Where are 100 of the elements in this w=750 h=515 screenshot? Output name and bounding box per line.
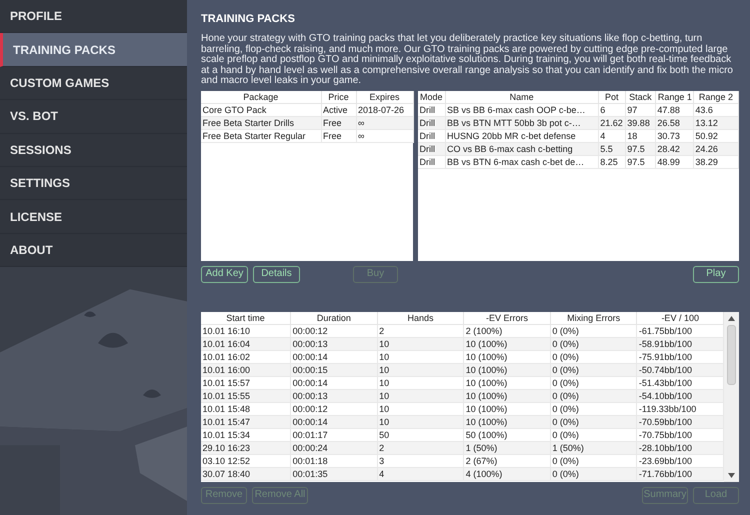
sidebar-item[interactable]: LICENSE [0,200,187,234]
drill-cell: 38.29 [693,155,738,168]
session-cell: 10.01 16:00 [201,363,291,376]
drill-cell: 97 [625,103,656,116]
column-header[interactable]: Pot [598,90,626,104]
column-header[interactable]: Expires [356,90,413,104]
drill-cell: 4 [598,129,626,142]
session-cell: 10 [377,363,464,376]
session-cell: -61.75bb/100 [636,324,724,338]
column-header[interactable]: Mode [418,90,446,104]
action-button[interactable]: Details [253,266,300,283]
drill-cell: 18 [625,129,656,142]
column-header[interactable]: Mixing Errors [550,312,637,324]
package-cell: ∞ [356,129,413,142]
drill-cell: 13.12 [693,116,738,130]
drill-cell: Drill [418,142,446,156]
session-cell: 10 [377,376,464,390]
sidebar-item[interactable]: SESSIONS [0,134,187,167]
session-cell: 00:00:15 [290,363,378,376]
drill-cell: 97.5 [625,155,656,168]
session-cell: 00:01:18 [290,454,378,468]
drill-cell: Drill [418,129,446,142]
package-cell: ∞ [356,116,413,130]
package-cell: Active [321,103,356,116]
page-title: TRAINING PACKS [201,12,296,26]
session-cell: -58.91bb/100 [636,337,724,350]
session-cell: 10 [377,350,464,364]
drill-cell: 43.6 [693,103,738,116]
action-button[interactable]: Play [693,266,739,283]
drill-cell: 50.92 [693,129,738,142]
session-cell: 0 (0%) [550,428,637,442]
column-header[interactable]: Name [445,90,598,104]
column-header[interactable]: Price [321,90,356,104]
session-cell: 0 (0%) [550,363,637,376]
column-header[interactable]: Range 2 [693,90,738,104]
sidebar-item[interactable]: CUSTOM GAMES [0,66,187,100]
session-cell: 30.07 18:40 [201,467,291,480]
session-cell: 10.01 15:34 [201,428,291,442]
sidebar-item[interactable]: SETTINGS [0,166,187,200]
package-cell: 2018-07-26 [356,103,413,116]
session-cell: 0 (0%) [550,402,637,416]
session-cell: 50 (100%) [464,428,550,442]
column-header[interactable]: Package [201,90,321,104]
session-cell: 10 [377,402,464,416]
session-cell: 0 (0%) [550,454,637,468]
session-cell: 10.01 16:02 [201,350,291,364]
column-header[interactable]: -EV / 100 [636,312,724,324]
drill-cell: 6 [598,103,626,116]
drill-cell: 28.42 [655,142,694,156]
column-header[interactable]: Range 1 [655,90,694,104]
session-cell: 00:00:12 [290,402,378,416]
scrollbar[interactable] [724,312,739,482]
drill-cell: 48.99 [655,155,694,168]
scroll-down-icon[interactable] [728,472,735,478]
session-cell: 10.01 16:10 [201,324,291,338]
session-cell: -54.10bb/100 [636,389,724,402]
action-button[interactable]: Add Key [201,266,248,283]
session-cell: 10 (100%) [464,350,550,364]
session-cell: 10 [377,415,464,428]
session-cell: 00:00:14 [290,350,378,364]
description: Hone your strategy with GTO training packs that let you deliberately practice key situations like flop c-betting, turn barreling, flop-check raising, and much more. Our GTO training packs are powered by cutting edge pre-computed large scale preflop and postflop GTO and minimally exploitative solutions. During training, you will get both real-time feedback at a hand by hand level as well as a comprehensive overall range analysis so that you can identify and fix both the micro and macro level leaks in your game. [201,34,734,87]
session-cell: 2 [377,324,464,338]
drill-cell: 8.25 [598,155,626,168]
session-cell: 10 [377,389,464,402]
session-cell: 00:00:24 [290,441,378,454]
drill-cell: Drill [418,116,446,130]
session-cell: -70.59bb/100 [636,415,724,428]
column-header[interactable]: -EV Errors [464,312,550,324]
session-cell: 10.01 15:55 [201,389,291,402]
column-header[interactable]: Hands [377,312,464,324]
drill-cell: BB vs BTN 6-max cash c-bet de… [445,155,598,168]
session-cell: 0 (0%) [550,350,637,364]
drill-cell: 30.73 [655,129,694,142]
session-cell: -23.69bb/100 [636,454,724,468]
session-cell: 4 [377,467,464,480]
drill-cell: CO vs BB 6-max cash c-betting [445,142,598,156]
session-cell: 50 [377,428,464,442]
column-header[interactable]: Start time [201,312,291,324]
sidebar-item[interactable]: ABOUT [0,234,187,268]
session-cell: -71.76bb/100 [636,467,724,480]
sidebar-item[interactable]: VS. BOT [0,100,187,134]
drill-cell: BB vs BTN MTT 50bb 3b pot c-… [445,116,598,130]
scroll-thumb[interactable] [727,324,736,385]
drill-cell: 97.5 [625,142,656,156]
drill-cell: Drill [418,103,446,116]
column-header[interactable]: Duration [290,312,378,324]
session-cell: -70.75bb/100 [636,428,724,442]
session-cell: 2 (67%) [464,454,550,468]
session-cell: 10 (100%) [464,415,550,428]
sidebar-item[interactable]: TRAINING PACKS [0,33,187,67]
session-cell: 00:00:13 [290,337,378,350]
scroll-up-icon[interactable] [728,316,735,321]
session-cell: 10 (100%) [464,389,550,402]
column-header[interactable]: Stack [625,90,656,104]
session-cell: -51.43bb/100 [636,376,724,390]
session-cell: 10 (100%) [464,363,550,376]
session-cell: 00:00:14 [290,415,378,428]
session-cell: -28.10bb/100 [636,441,724,454]
sidebar-item[interactable]: PROFILE [0,0,187,34]
session-cell: 00:00:14 [290,376,378,390]
